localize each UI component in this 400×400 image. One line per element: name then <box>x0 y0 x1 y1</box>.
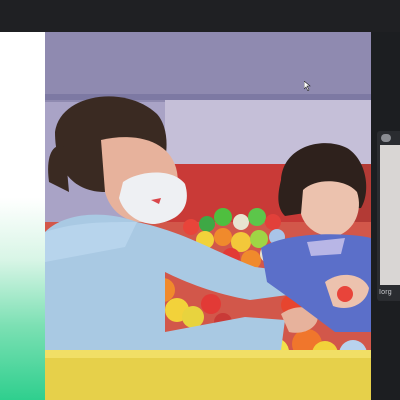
arrow-cursor-icon <box>304 81 311 91</box>
main-video-tile[interactable] <box>45 32 371 400</box>
participant-name: Iorg <box>379 289 392 296</box>
thumbnail-video <box>380 145 400 285</box>
mic-icon <box>381 134 391 142</box>
shared-content-panel[interactable] <box>0 32 45 400</box>
top-bar <box>0 0 400 32</box>
video-frame <box>45 32 371 400</box>
participant-thumbnail[interactable]: Iorg <box>377 131 400 301</box>
